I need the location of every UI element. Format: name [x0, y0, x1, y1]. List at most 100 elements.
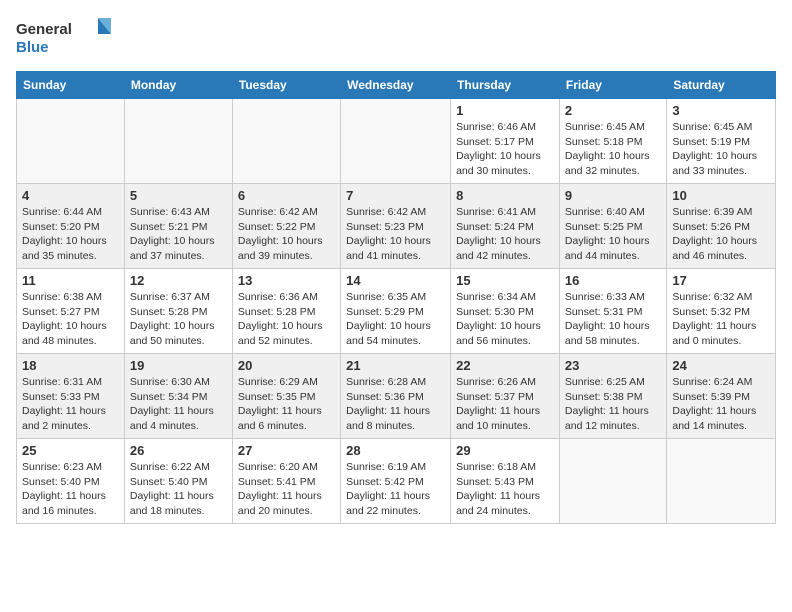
cell-content: Sunrise: 6:42 AMSunset: 5:23 PMDaylight:… [346, 205, 445, 264]
cell-content: Sunrise: 6:33 AMSunset: 5:31 PMDaylight:… [565, 290, 661, 349]
cell-content: Sunrise: 6:24 AMSunset: 5:39 PMDaylight:… [672, 375, 770, 434]
cell-content: Sunrise: 6:45 AMSunset: 5:18 PMDaylight:… [565, 120, 661, 179]
day-number: 27 [238, 443, 335, 458]
calendar-cell: 26 Sunrise: 6:22 AMSunset: 5:40 PMDayligh… [124, 439, 232, 524]
header-wednesday: Wednesday [341, 72, 451, 99]
cell-content: Sunrise: 6:34 AMSunset: 5:30 PMDaylight:… [456, 290, 554, 349]
logo: General Blue [16, 16, 116, 61]
cell-content: Sunrise: 6:28 AMSunset: 5:36 PMDaylight:… [346, 375, 445, 434]
calendar-cell: 8 Sunrise: 6:41 AMSunset: 5:24 PMDaylight… [451, 184, 560, 269]
calendar-cell: 20Sunrise: 6:29 AMSunset: 5:35 PMDayligh… [232, 354, 340, 439]
cell-content: Sunrise: 6:37 AMSunset: 5:28 PMDaylight:… [130, 290, 227, 349]
header-friday: Friday [559, 72, 666, 99]
day-number: 16 [565, 273, 661, 288]
cell-content: Sunrise: 6:46 AMSunset: 5:17 PMDaylight:… [456, 120, 554, 179]
cell-content: Sunrise: 6:31 AMSunset: 5:33 PMDaylight:… [22, 375, 119, 434]
cell-content: Sunrise: 6:42 AMSunset: 5:22 PMDaylight:… [238, 205, 335, 264]
calendar-cell: 19 Sunrise: 6:30 AMSunset: 5:34 PMDayligh… [124, 354, 232, 439]
day-number: 28 [346, 443, 445, 458]
calendar-cell: 23 Sunrise: 6:25 AMSunset: 5:38 PMDayligh… [559, 354, 666, 439]
day-number: 19 [130, 358, 227, 373]
day-number: 3 [672, 103, 770, 118]
calendar-cell: 22 Sunrise: 6:26 AMSunset: 5:37 PMDayligh… [451, 354, 560, 439]
calendar-cell [559, 439, 666, 524]
calendar-cell [17, 99, 125, 184]
calendar-cell: 15 Sunrise: 6:34 AMSunset: 5:30 PMDayligh… [451, 269, 560, 354]
calendar-cell: 18 Sunrise: 6:31 AMSunset: 5:33 PMDayligh… [17, 354, 125, 439]
day-number: 26 [130, 443, 227, 458]
header-thursday: Thursday [451, 72, 560, 99]
day-number: 2 [565, 103, 661, 118]
cell-content: Sunrise: 6:41 AMSunset: 5:24 PMDaylight:… [456, 205, 554, 264]
day-number: 20 [238, 358, 335, 373]
cell-content: Sunrise: 6:26 AMSunset: 5:37 PMDaylight:… [456, 375, 554, 434]
week-row-2: 4 Sunrise: 6:44 AMSunset: 5:20 PMDaylight… [17, 184, 776, 269]
day-number: 18 [22, 358, 119, 373]
cell-content: Sunrise: 6:39 AMSunset: 5:26 PMDaylight:… [672, 205, 770, 264]
week-row-4: 18 Sunrise: 6:31 AMSunset: 5:33 PMDayligh… [17, 354, 776, 439]
calendar-cell [667, 439, 776, 524]
calendar-cell: 11 Sunrise: 6:38 AMSunset: 5:27 PMDayligh… [17, 269, 125, 354]
calendar-cell: 27 Sunrise: 6:20 AMSunset: 5:41 PMDayligh… [232, 439, 340, 524]
cell-content: Sunrise: 6:18 AMSunset: 5:43 PMDaylight:… [456, 460, 554, 519]
week-row-1: 1 Sunrise: 6:46 AMSunset: 5:17 PMDaylight… [17, 99, 776, 184]
day-number: 4 [22, 188, 119, 203]
cell-content: Sunrise: 6:25 AMSunset: 5:38 PMDaylight:… [565, 375, 661, 434]
calendar-cell [124, 99, 232, 184]
days-header-row: SundayMondayTuesdayWednesdayThursdayFrid… [17, 72, 776, 99]
day-number: 24 [672, 358, 770, 373]
calendar-cell: 4 Sunrise: 6:44 AMSunset: 5:20 PMDaylight… [17, 184, 125, 269]
cell-content: Sunrise: 6:19 AMSunset: 5:42 PMDaylight:… [346, 460, 445, 519]
cell-content: Sunrise: 6:22 AMSunset: 5:40 PMDaylight:… [130, 460, 227, 519]
header-saturday: Saturday [667, 72, 776, 99]
week-row-3: 11 Sunrise: 6:38 AMSunset: 5:27 PMDayligh… [17, 269, 776, 354]
calendar-cell: 24 Sunrise: 6:24 AMSunset: 5:39 PMDayligh… [667, 354, 776, 439]
cell-content: Sunrise: 6:43 AMSunset: 5:21 PMDaylight:… [130, 205, 227, 264]
calendar-cell [232, 99, 340, 184]
header-sunday: Sunday [17, 72, 125, 99]
day-number: 11 [22, 273, 119, 288]
calendar-cell: 28 Sunrise: 6:19 AMSunset: 5:42 PMDayligh… [341, 439, 451, 524]
day-number: 5 [130, 188, 227, 203]
calendar-cell: 21 Sunrise: 6:28 AMSunset: 5:36 PMDayligh… [341, 354, 451, 439]
day-number: 21 [346, 358, 445, 373]
calendar-cell: 25Sunrise: 6:23 AMSunset: 5:40 PMDayligh… [17, 439, 125, 524]
header-monday: Monday [124, 72, 232, 99]
day-number: 14 [346, 273, 445, 288]
day-number: 12 [130, 273, 227, 288]
day-number: 8 [456, 188, 554, 203]
calendar-cell: 6 Sunrise: 6:42 AMSunset: 5:22 PMDaylight… [232, 184, 340, 269]
cell-content: Sunrise: 6:45 AMSunset: 5:19 PMDaylight:… [672, 120, 770, 179]
calendar-cell: 2 Sunrise: 6:45 AMSunset: 5:18 PMDaylight… [559, 99, 666, 184]
day-number: 23 [565, 358, 661, 373]
day-number: 29 [456, 443, 554, 458]
cell-content: Sunrise: 6:38 AMSunset: 5:27 PMDaylight:… [22, 290, 119, 349]
day-number: 17 [672, 273, 770, 288]
cell-content: Sunrise: 6:20 AMSunset: 5:41 PMDaylight:… [238, 460, 335, 519]
cell-content: Sunrise: 6:30 AMSunset: 5:34 PMDaylight:… [130, 375, 227, 434]
cell-content: Sunrise: 6:40 AMSunset: 5:25 PMDaylight:… [565, 205, 661, 264]
calendar-cell: 9Sunrise: 6:40 AMSunset: 5:25 PMDaylight… [559, 184, 666, 269]
cell-content: Sunrise: 6:44 AMSunset: 5:20 PMDaylight:… [22, 205, 119, 264]
calendar-cell: 7 Sunrise: 6:42 AMSunset: 5:23 PMDaylight… [341, 184, 451, 269]
day-number: 1 [456, 103, 554, 118]
day-number: 6 [238, 188, 335, 203]
calendar-cell: 29 Sunrise: 6:18 AMSunset: 5:43 PMDayligh… [451, 439, 560, 524]
calendar-cell: 12 Sunrise: 6:37 AMSunset: 5:28 PMDayligh… [124, 269, 232, 354]
calendar-cell: 3 Sunrise: 6:45 AMSunset: 5:19 PMDaylight… [667, 99, 776, 184]
calendar-cell: 1 Sunrise: 6:46 AMSunset: 5:17 PMDaylight… [451, 99, 560, 184]
header-tuesday: Tuesday [232, 72, 340, 99]
cell-content: Sunrise: 6:23 AMSunset: 5:40 PMDaylight:… [22, 460, 119, 519]
day-number: 22 [456, 358, 554, 373]
day-number: 7 [346, 188, 445, 203]
cell-content: Sunrise: 6:32 AMSunset: 5:32 PMDaylight:… [672, 290, 770, 349]
calendar-cell: 14 Sunrise: 6:35 AMSunset: 5:29 PMDayligh… [341, 269, 451, 354]
calendar-cell: 13Sunrise: 6:36 AMSunset: 5:28 PMDayligh… [232, 269, 340, 354]
week-row-5: 25Sunrise: 6:23 AMSunset: 5:40 PMDayligh… [17, 439, 776, 524]
logo-icon: General Blue [16, 16, 116, 61]
day-number: 15 [456, 273, 554, 288]
day-number: 10 [672, 188, 770, 203]
calendar-cell: 16 Sunrise: 6:33 AMSunset: 5:31 PMDayligh… [559, 269, 666, 354]
cell-content: Sunrise: 6:35 AMSunset: 5:29 PMDaylight:… [346, 290, 445, 349]
calendar-cell: 17 Sunrise: 6:32 AMSunset: 5:32 PMDayligh… [667, 269, 776, 354]
